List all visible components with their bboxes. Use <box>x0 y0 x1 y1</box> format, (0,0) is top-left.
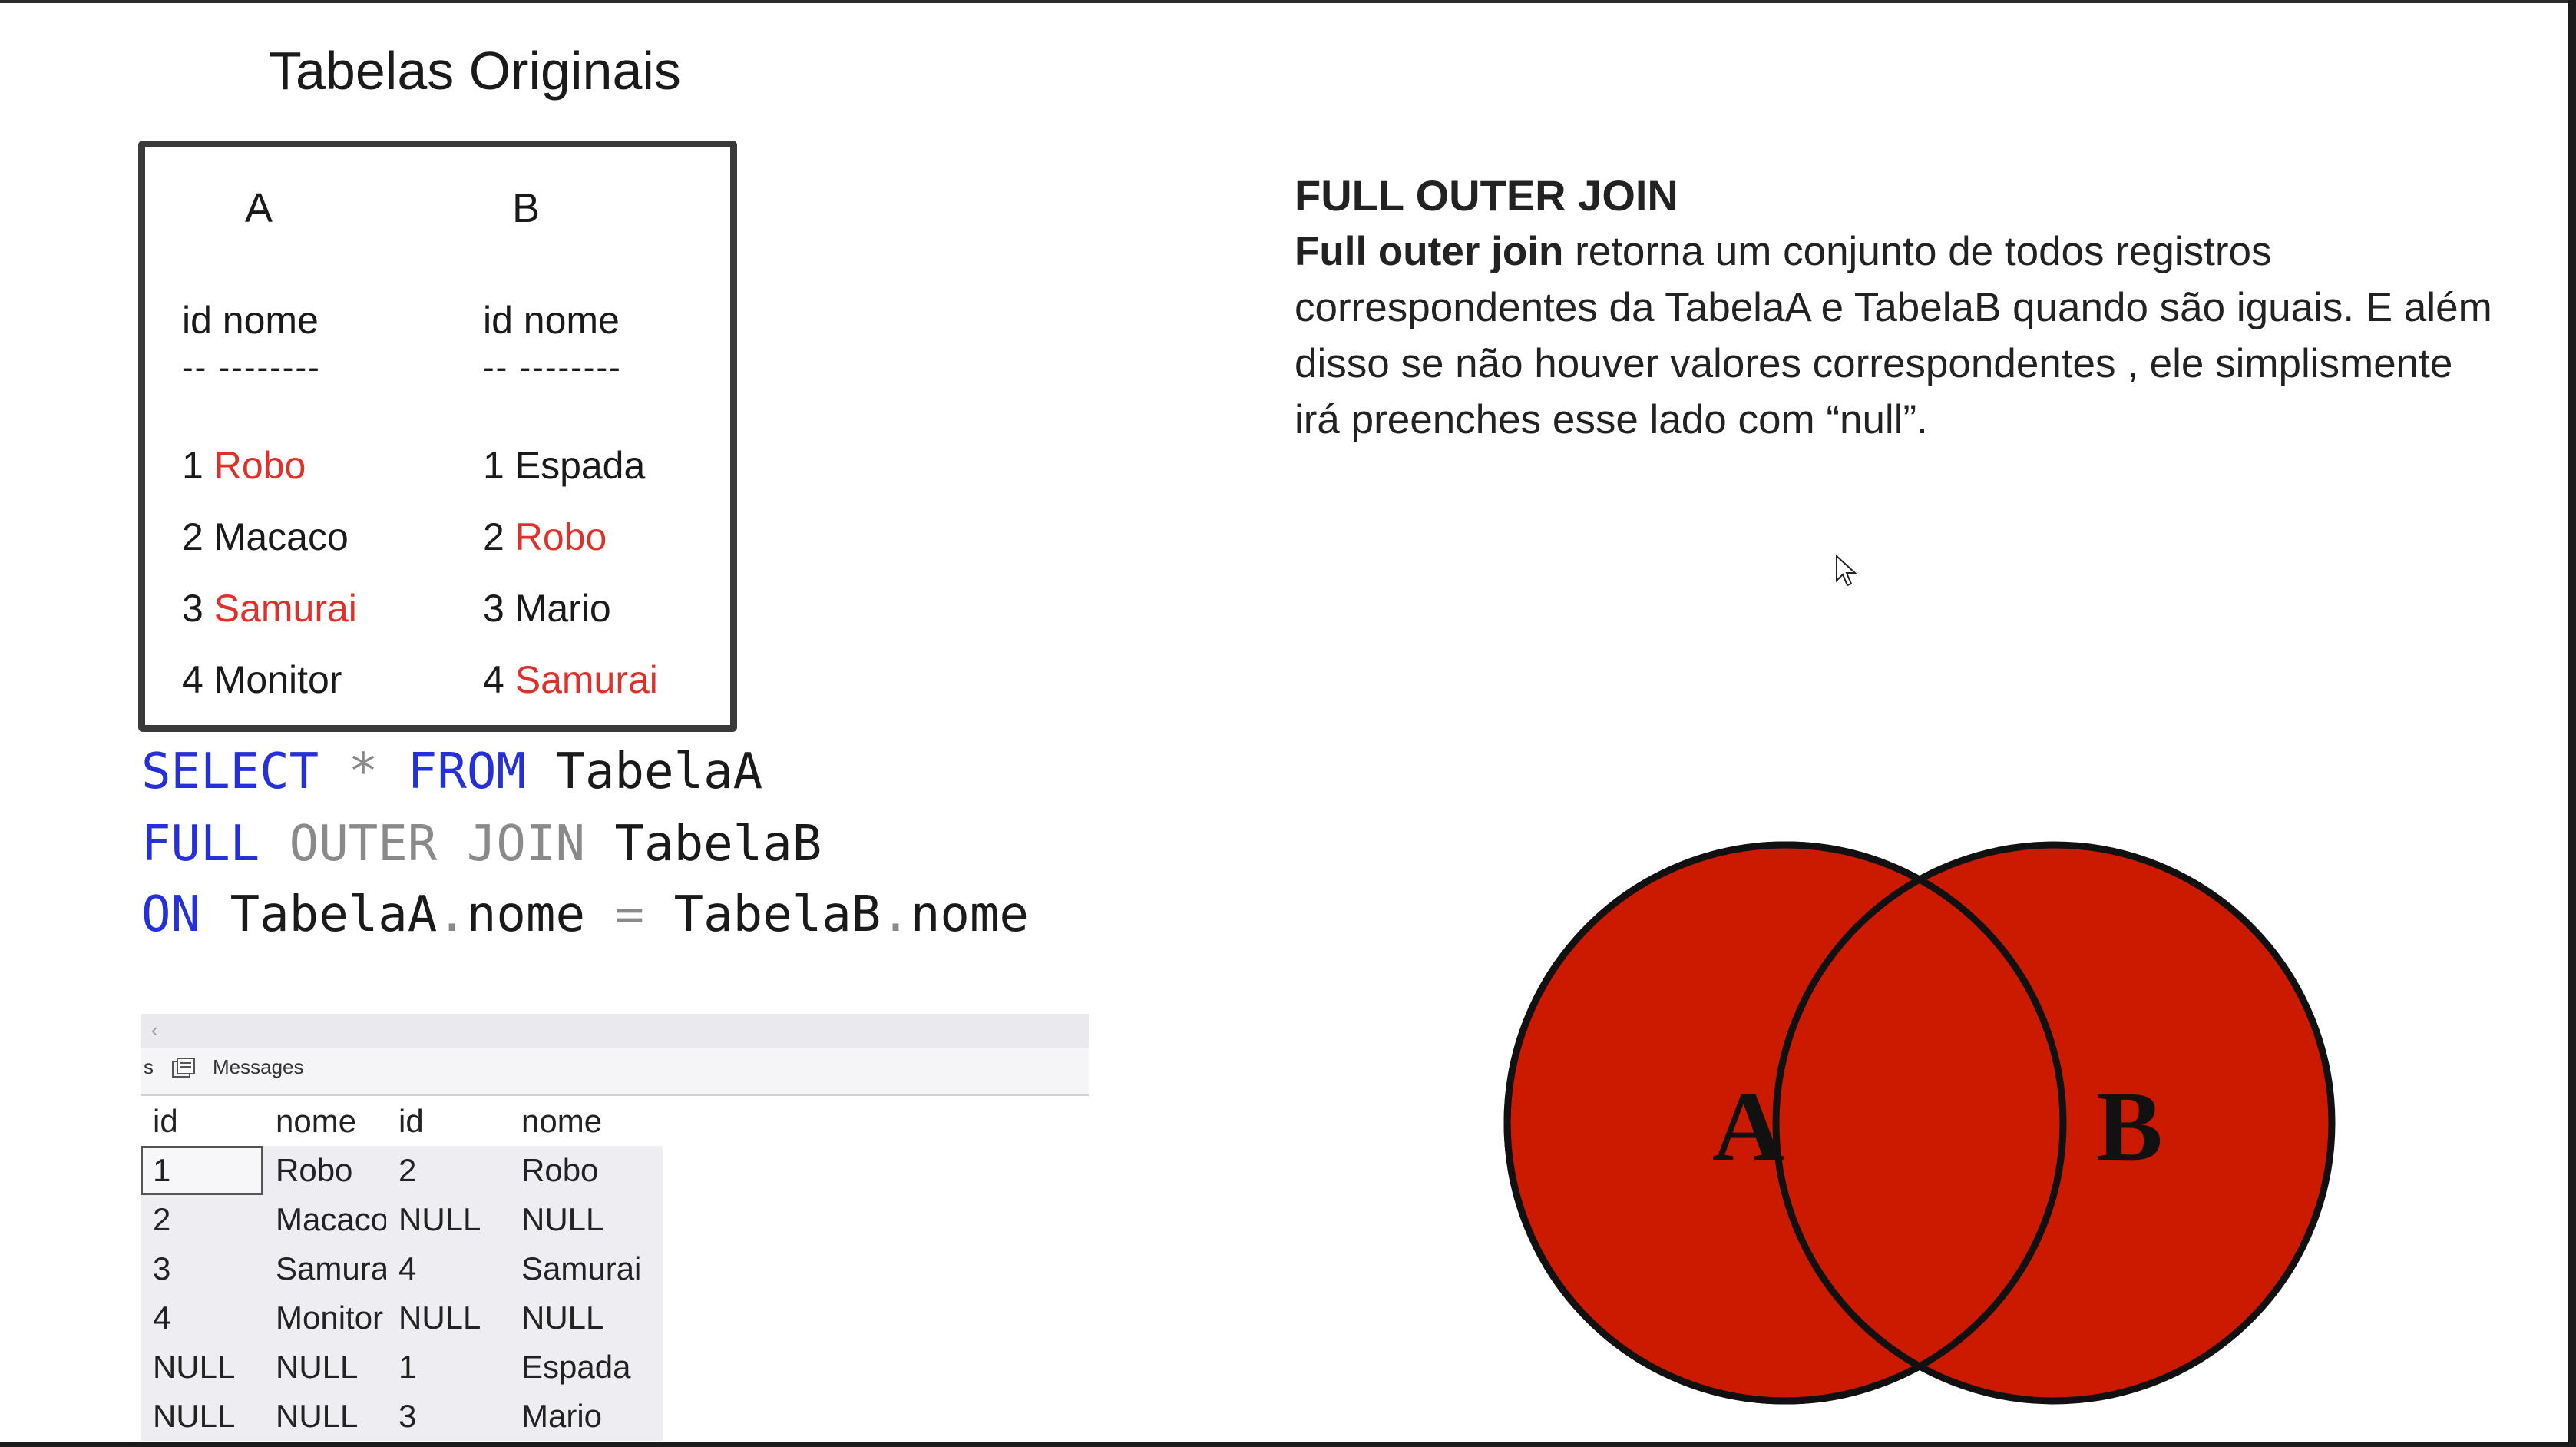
grid-cell[interactable]: Robo <box>263 1146 386 1195</box>
column-header-nome[interactable]: nome <box>509 1097 663 1146</box>
grid-cell[interactable]: NULL <box>141 1392 263 1441</box>
results-scrollbar[interactable]: ‹ <box>141 1014 1089 1048</box>
grid-cell[interactable]: NULL <box>509 1195 663 1244</box>
table-a-header: id nome <box>182 299 319 342</box>
grid-cell[interactable]: NULL <box>386 1293 509 1343</box>
grid-cell[interactable]: NULL <box>263 1392 386 1441</box>
window-frame-top <box>0 0 2576 3</box>
column-header-id[interactable]: id <box>386 1097 509 1146</box>
grid-cell[interactable]: NULL <box>263 1343 386 1392</box>
sql-line-on: ON TabelaA.nome = TabelaB.nome <box>141 886 1029 943</box>
join-description: FULL OUTER JOIN Full outer join retorna … <box>1295 167 2492 448</box>
table-b-label: B <box>512 185 541 231</box>
venn-label-b: B <box>2096 1071 2163 1182</box>
table-a-row: 2 Macaco <box>182 515 349 558</box>
messages-icon <box>171 1057 196 1085</box>
window-frame-right <box>2568 0 2576 1447</box>
grid-cell[interactable]: Samurai <box>263 1244 395 1293</box>
mouse-cursor-icon <box>1836 555 1857 587</box>
tab-results[interactable]: s <box>144 1055 154 1079</box>
grid-cell[interactable]: 2 <box>386 1146 509 1195</box>
grid-cell[interactable]: 2 <box>141 1195 263 1244</box>
table-a-label: A <box>245 185 273 231</box>
scroll-left-icon[interactable]: ‹ <box>151 1018 158 1042</box>
sql-line-select: SELECT * FROM TabelaA <box>141 743 763 800</box>
venn-circle-b <box>1772 841 2336 1405</box>
grid-cell[interactable]: Monitor <box>263 1293 386 1343</box>
table-a-dashes: -- -------- <box>182 349 321 386</box>
original-tables-box: A B id nome id nome -- -------- -- -----… <box>138 141 737 732</box>
tab-messages[interactable]: Messages <box>213 1055 304 1079</box>
table-b-header: id nome <box>483 299 620 342</box>
description-body: Full outer join retorna um conjunto de t… <box>1295 229 2492 442</box>
table-a-row: 3 Samurai <box>182 587 357 630</box>
grid-cell[interactable]: 3 <box>141 1244 263 1293</box>
grid-cell[interactable]: 1 <box>141 1146 263 1195</box>
grid-cell[interactable]: 1 <box>386 1343 509 1392</box>
grid-cell[interactable]: 4 <box>386 1244 509 1293</box>
table-b-row: 2 Robo <box>483 515 607 558</box>
table-a-row: 4 Monitor <box>182 658 342 701</box>
grid-cell[interactable]: 3 <box>386 1392 509 1441</box>
description-heading: FULL OUTER JOIN <box>1295 171 1678 220</box>
venn-label-a: A <box>1712 1071 1784 1182</box>
venn-diagram: A B <box>1503 841 2336 1405</box>
table-b-dashes: -- -------- <box>483 349 622 386</box>
column-header-id[interactable]: id <box>141 1097 263 1146</box>
grid-cell[interactable]: Espada <box>509 1343 663 1392</box>
table-b-row: 3 Mario <box>483 587 611 630</box>
table-a-row: 1 Robo <box>182 444 306 487</box>
column-header-nome[interactable]: nome <box>263 1097 386 1146</box>
slide-title: Tabelas Originais <box>269 41 681 101</box>
grid-cell[interactable]: NULL <box>386 1195 509 1244</box>
grid-cell[interactable]: NULL <box>141 1343 263 1392</box>
results-tab-strip: s Messages <box>141 1048 1089 1096</box>
grid-cell[interactable]: Robo <box>509 1146 663 1195</box>
window-frame-bottom <box>0 1442 2576 1447</box>
grid-cell[interactable]: Mario <box>509 1392 663 1441</box>
grid-cell[interactable]: Samurai <box>509 1244 663 1293</box>
grid-cell[interactable]: Macaco <box>263 1195 389 1244</box>
sql-line-join: FULL OUTER JOIN TabelaB <box>141 816 822 873</box>
table-b-row: 4 Samurai <box>483 658 658 701</box>
grid-cell[interactable]: 4 <box>141 1293 263 1343</box>
grid-cell[interactable]: NULL <box>509 1293 663 1343</box>
table-b-row: 1 Espada <box>483 444 646 487</box>
